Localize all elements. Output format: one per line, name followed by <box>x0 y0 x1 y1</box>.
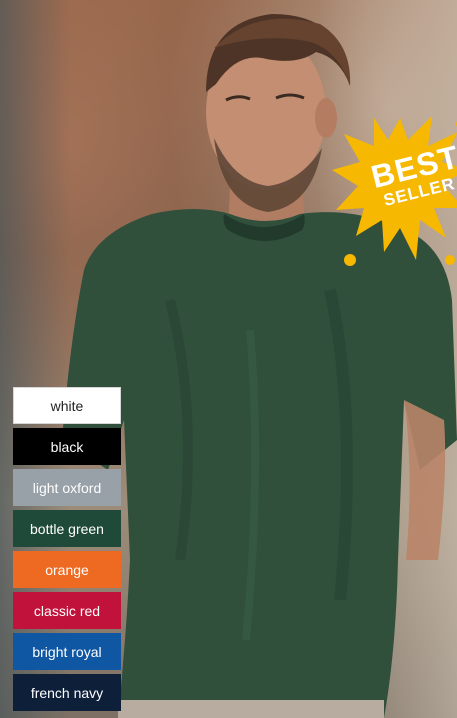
color-swatch-light-oxford[interactable]: light oxford <box>13 469 121 506</box>
color-swatch-bright-royal[interactable]: bright royal <box>13 633 121 670</box>
color-swatch-list: white black light oxford bottle green or… <box>13 387 121 715</box>
color-swatch-orange[interactable]: orange <box>13 551 121 588</box>
color-swatch-white[interactable]: white <box>13 387 121 424</box>
badge-splash-drop <box>445 255 455 265</box>
best-seller-badge: BEST SELLER <box>330 110 457 280</box>
color-swatch-french-navy[interactable]: french navy <box>13 674 121 711</box>
color-swatch-bottle-green[interactable]: bottle green <box>13 510 121 547</box>
product-image-panel: BEST SELLER white black light oxford bot… <box>0 0 457 718</box>
color-swatch-black[interactable]: black <box>13 428 121 465</box>
color-swatch-classic-red[interactable]: classic red <box>13 592 121 629</box>
badge-splash-drop <box>344 254 356 266</box>
